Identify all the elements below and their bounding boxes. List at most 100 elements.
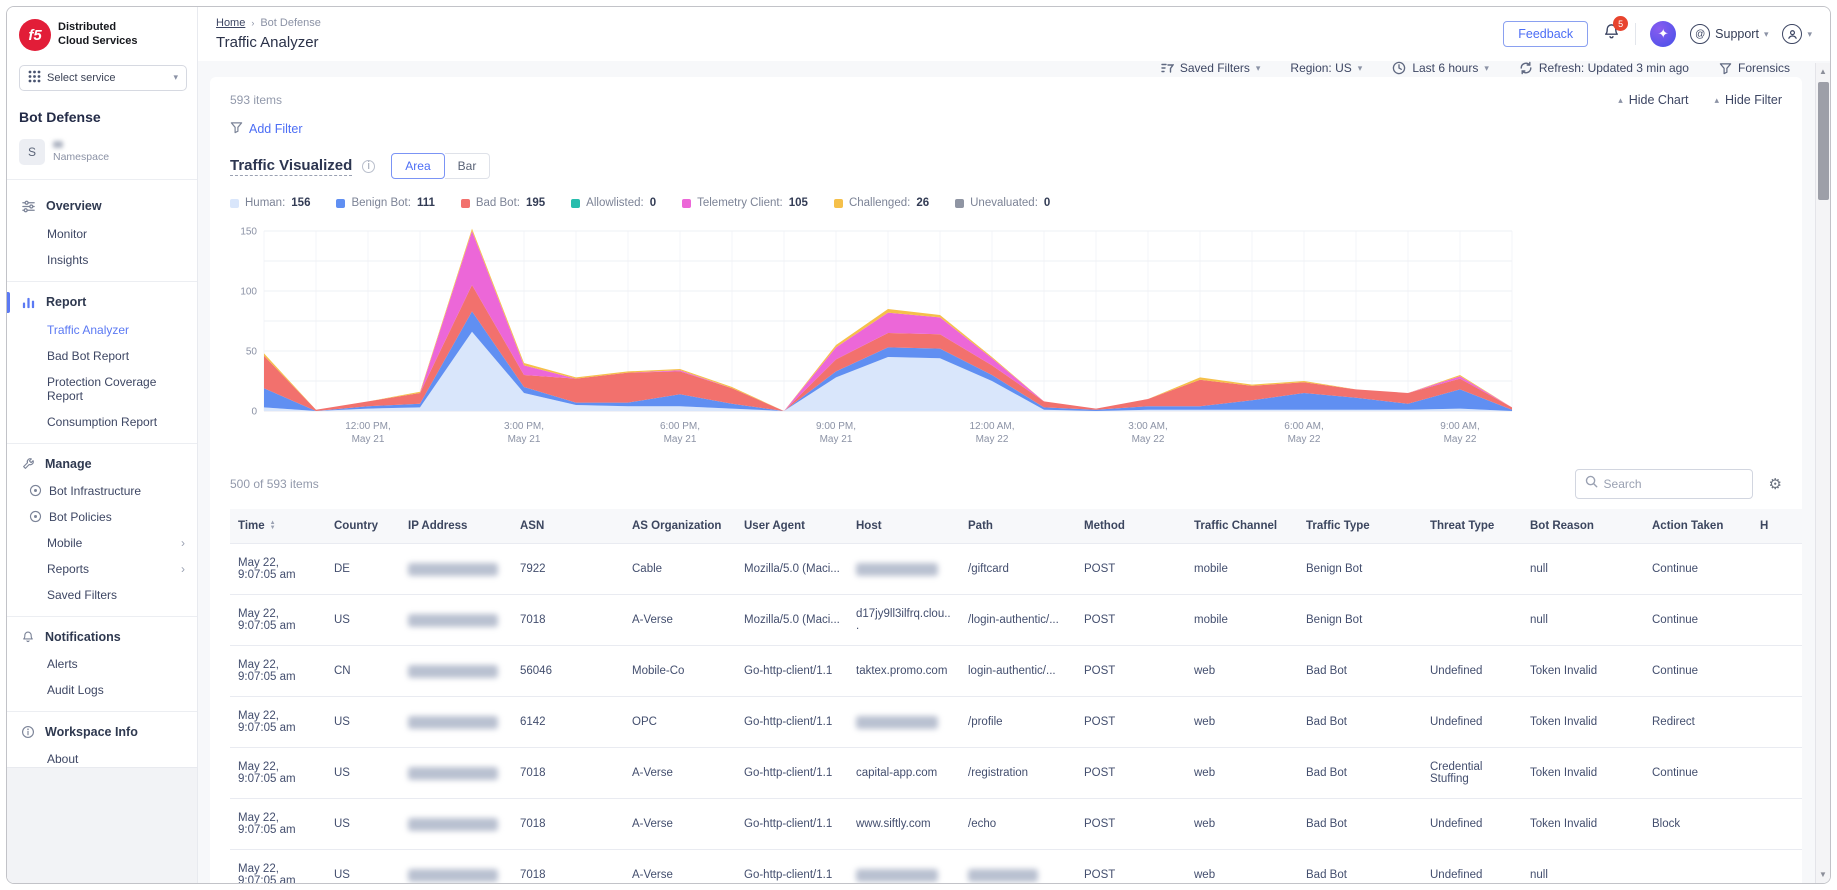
legend-item-telemetry-client[interactable]: Telemetry Client: 105	[682, 197, 808, 209]
scrollbar-thumb[interactable]	[1817, 82, 1829, 200]
funnel-icon	[230, 121, 243, 137]
sidebar-item-traffic-analyzer[interactable]: Traffic Analyzer	[7, 317, 197, 343]
table-row[interactable]: May 22, 9:07:05 am US 7018 A-Verse Go-http-c…	[230, 798, 1802, 850]
column-header-label: Time	[238, 520, 265, 532]
sidebar-item-monitor[interactable]: Monitor	[7, 221, 197, 247]
search-input[interactable]	[1603, 477, 1743, 491]
legend-label: Allowlisted:	[586, 197, 644, 209]
column-header-host[interactable]: Host	[848, 509, 960, 544]
column-header-h[interactable]: H	[1752, 509, 1802, 544]
table-search	[1574, 469, 1753, 499]
select-service-dropdown[interactable]: Select service ▾	[19, 65, 187, 91]
column-header-label: H	[1760, 520, 1769, 532]
sidebar-section-header-report[interactable]: Report	[7, 288, 197, 317]
legend-value: 26	[916, 197, 930, 209]
column-header-traffic-type[interactable]: Traffic Type	[1298, 509, 1422, 544]
region-dropdown[interactable]: Region: US ▾	[1290, 61, 1362, 75]
table-cell	[1644, 849, 1752, 883]
hide-filter-button[interactable]: ▴ Hide Filter	[1715, 93, 1783, 107]
sidebar-item-audit-logs[interactable]: Audit Logs	[7, 677, 197, 703]
column-header-as-organization[interactable]: AS Organization	[624, 509, 736, 544]
sidebar-item-bot-infrastructure[interactable]: Bot Infrastructure	[7, 478, 197, 504]
column-header-label: AS Organization	[632, 520, 722, 532]
view-bar-button[interactable]: Bar	[444, 153, 491, 179]
namespace-selector[interactable]: S Namespace	[7, 135, 197, 180]
scroll-down-arrow[interactable]: ▼	[1819, 866, 1827, 883]
breadcrumb-home[interactable]: Home	[216, 17, 245, 29]
legend-swatch	[460, 198, 470, 208]
table-cell: Token Invalid	[1522, 696, 1644, 748]
refresh-button[interactable]: Refresh: Updated 3 min ago	[1519, 61, 1689, 75]
support-menu[interactable]: @ Support ▾	[1690, 24, 1768, 44]
column-header-time[interactable]: Time ▲ ▼	[230, 509, 326, 544]
vertical-scrollbar[interactable]: ▲ ▼	[1815, 63, 1830, 883]
sidebar-item-alerts[interactable]: Alerts	[7, 651, 197, 677]
sidebar-item-protection-coverage-report[interactable]: Protection Coverage Report	[7, 369, 197, 409]
column-header-bot-reason[interactable]: Bot Reason	[1522, 509, 1644, 544]
legend-label: Challenged:	[848, 197, 911, 209]
view-area-button[interactable]: Area	[391, 153, 445, 179]
content-area: 593 items ▴ Hide Chart ▴ Hide Filter Add…	[198, 75, 1830, 883]
sidebar-item-about[interactable]: About	[7, 746, 197, 768]
column-header-action-taken[interactable]: Action Taken	[1644, 509, 1752, 544]
column-header-country[interactable]: Country	[326, 509, 400, 544]
sort-icon[interactable]: ▲ ▼	[270, 520, 276, 532]
table-cell: US	[326, 594, 400, 646]
table-row[interactable]: May 22, 9:07:05 am DE 7922 Cable Mozilla/5.0…	[230, 543, 1802, 595]
column-header-ip-address[interactable]: IP Address	[400, 509, 512, 544]
table-row[interactable]: May 22, 9:07:05 am CN 56046 Mobile-Co Go-htt…	[230, 645, 1802, 697]
sidebar-item-bot-policies[interactable]: Bot Policies	[7, 504, 197, 530]
legend-swatch	[336, 198, 346, 208]
table-cell: POST	[1076, 543, 1186, 595]
feedback-button[interactable]: Feedback	[1503, 21, 1589, 47]
account-menu[interactable]: ▾	[1782, 24, 1812, 44]
legend-item-challenged[interactable]: Challenged: 26	[833, 197, 930, 209]
table-cell	[400, 798, 512, 850]
column-header-threat-type[interactable]: Threat Type	[1422, 509, 1522, 544]
gear-icon[interactable]: ⚙	[1769, 475, 1782, 493]
notifications-bell-button[interactable]: 5	[1602, 16, 1629, 46]
saved-filters-dropdown[interactable]: Saved Filters ▾	[1161, 61, 1260, 75]
column-header-traffic-channel[interactable]: Traffic Channel	[1186, 509, 1298, 544]
column-header-user-agent[interactable]: User Agent	[736, 509, 848, 544]
table-cell: 7922	[512, 543, 624, 595]
column-header-path[interactable]: Path	[960, 509, 1076, 544]
legend-item-bad-bot[interactable]: Bad Bot: 195	[460, 197, 545, 209]
scroll-up-arrow[interactable]: ▲	[1819, 63, 1827, 80]
sidebar-item-mobile[interactable]: Mobile ›	[7, 530, 197, 556]
table-cell: Continue	[1644, 594, 1752, 646]
sidebar-item-bad-bot-report[interactable]: Bad Bot Report	[7, 343, 197, 369]
table-row[interactable]: May 22, 9:07:05 am US 7018 A-Verse Go-http-c…	[230, 849, 1802, 883]
sidebar-section-header-overview[interactable]: Overview	[7, 192, 197, 221]
table-row[interactable]: May 22, 9:07:05 am US 6142 OPC Go-http-clien…	[230, 696, 1802, 748]
sidebar-item-saved-filters[interactable]: Saved Filters	[7, 582, 197, 608]
legend-item-allowlisted[interactable]: Allowlisted: 0	[571, 197, 656, 209]
ai-assistant-button[interactable]: ✦	[1650, 21, 1677, 47]
sidebar-section-header-manage[interactable]: Manage	[7, 450, 197, 478]
legend-item-benign-bot[interactable]: Benign Bot: 111	[336, 197, 435, 209]
table-cell: POST	[1076, 645, 1186, 697]
clock-icon	[1392, 61, 1406, 75]
brand-line2: Cloud Services	[58, 35, 138, 47]
sidebar-section-header-workspace-info[interactable]: Workspace Info	[7, 718, 197, 746]
sidebar-item-insights[interactable]: Insights	[7, 247, 197, 273]
table-cell: Bad Bot	[1298, 849, 1422, 883]
time-range-dropdown[interactable]: Last 6 hours ▾	[1392, 61, 1489, 75]
sidebar-section-header-notifications[interactable]: Notifications	[7, 623, 197, 651]
sidebar-section-label: Workspace Info	[45, 724, 138, 739]
hide-chart-button[interactable]: ▴ Hide Chart	[1618, 93, 1688, 107]
table-cell: taktex.promo.com	[848, 645, 960, 697]
table-row[interactable]: May 22, 9:07:05 am US 7018 A-Verse Mozilla/5…	[230, 594, 1802, 646]
legend-item-unevaluated[interactable]: Unevaluated: 0	[955, 197, 1050, 209]
legend-item-human[interactable]: Human: 156	[230, 197, 310, 209]
table-cell	[1752, 594, 1802, 646]
forensics-button[interactable]: Forensics	[1719, 61, 1790, 75]
add-filter-button[interactable]: Add Filter	[230, 121, 1782, 137]
table-row[interactable]: May 22, 9:07:05 am US 7018 A-Verse Go-http-c…	[230, 747, 1802, 799]
sidebar-item-label: Reports	[47, 561, 90, 576]
column-header-asn[interactable]: ASN	[512, 509, 624, 544]
sidebar-item-consumption-report[interactable]: Consumption Report	[7, 409, 197, 435]
column-header-method[interactable]: Method	[1076, 509, 1186, 544]
info-icon[interactable]: i	[362, 159, 376, 173]
sidebar-item-reports[interactable]: Reports ›	[7, 556, 197, 582]
